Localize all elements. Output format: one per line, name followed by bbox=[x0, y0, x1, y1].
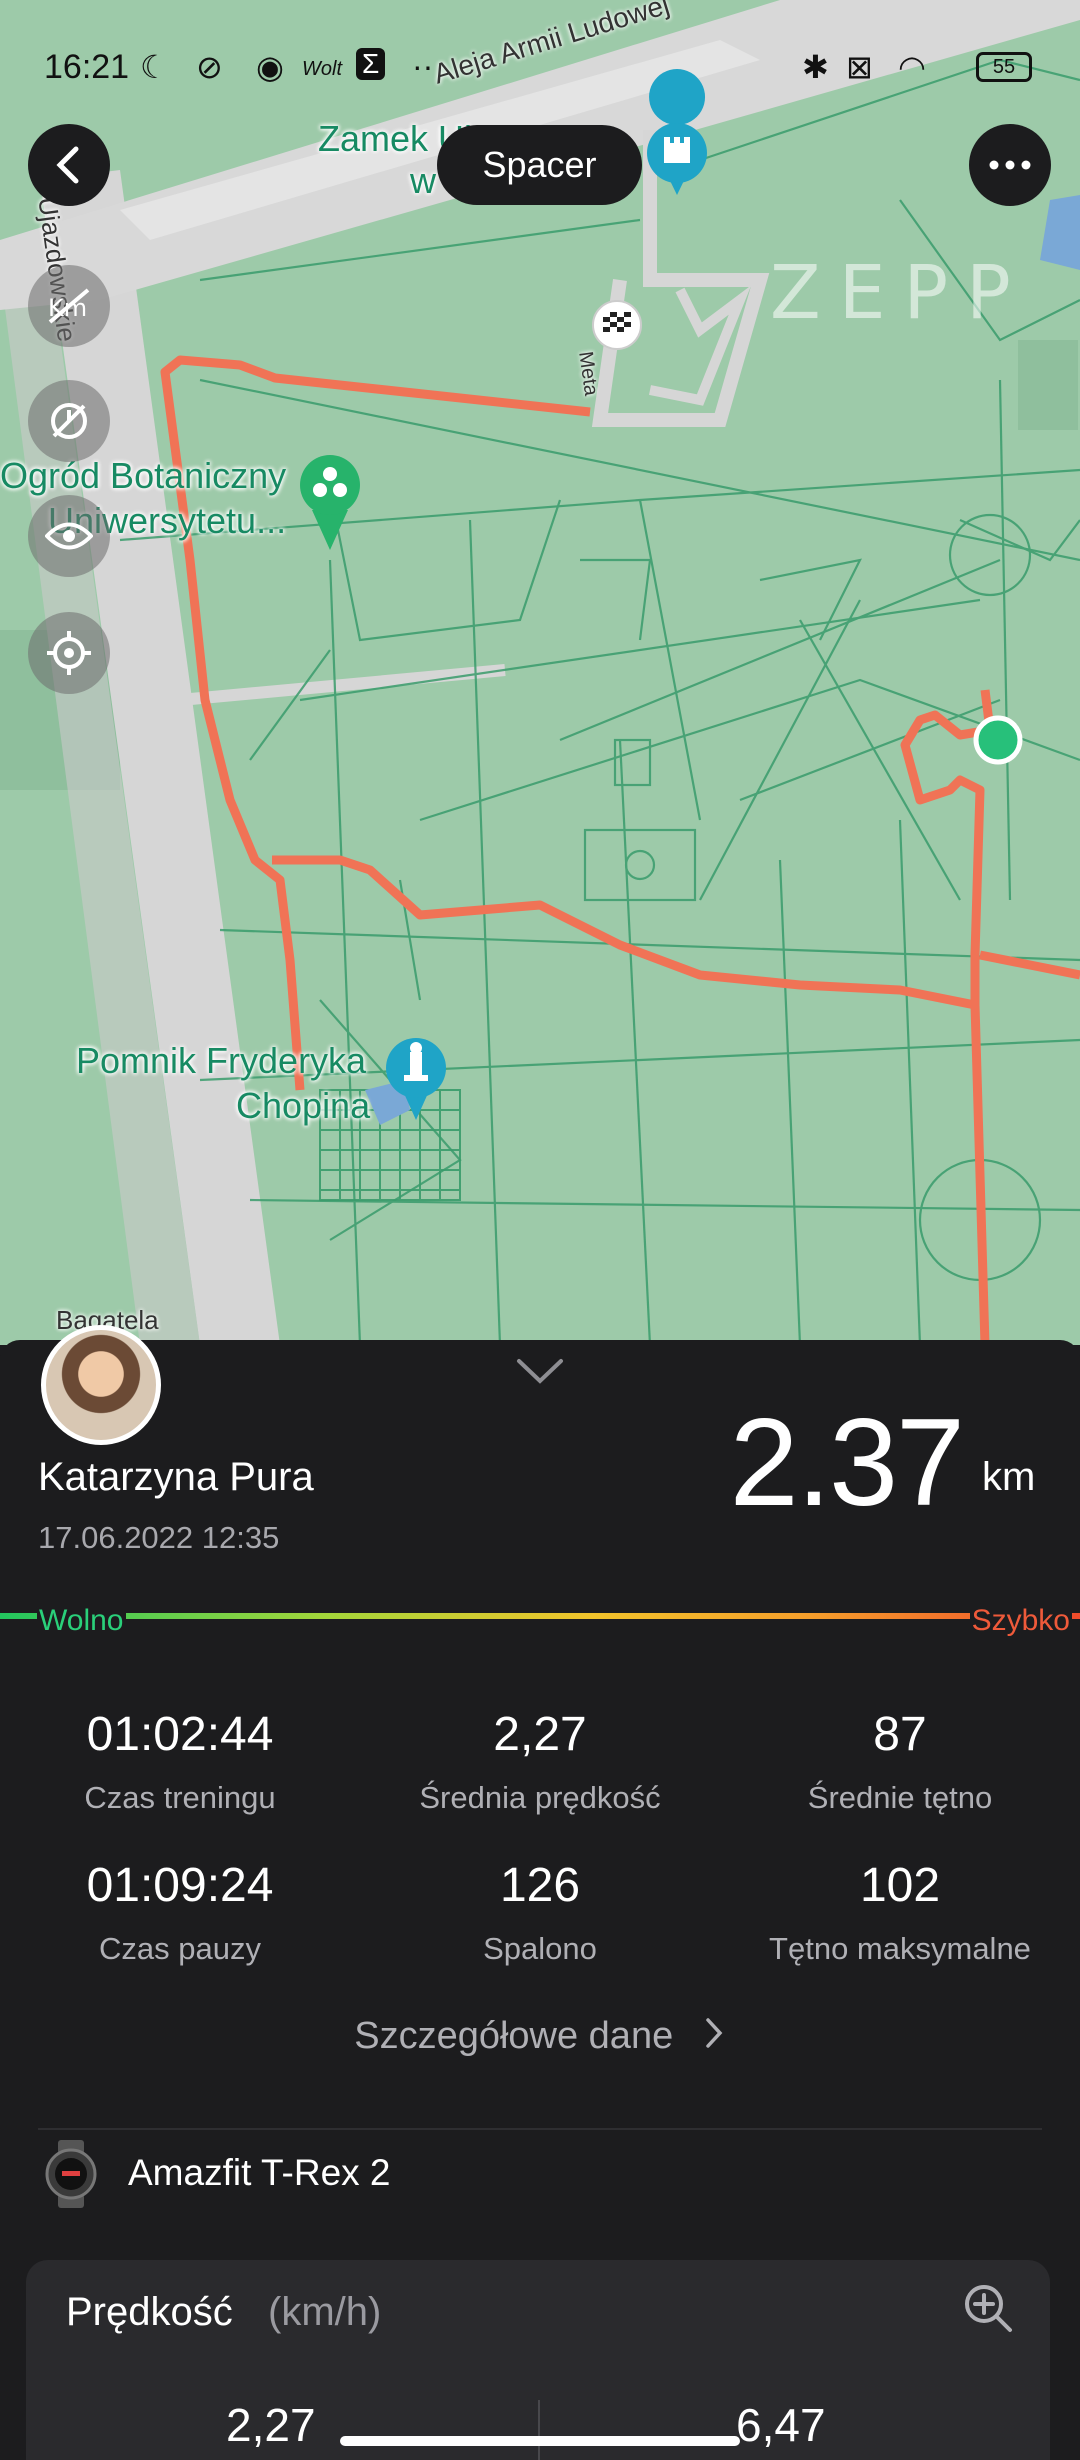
stat-value: 01:02:44 bbox=[86, 1708, 274, 1761]
stat-value: 102 bbox=[859, 1859, 941, 1912]
speed-average-peek: 2,27 bbox=[226, 2399, 316, 2451]
stat-max-heart-rate: 102 Tętno maksymalne bbox=[720, 1858, 1080, 1967]
km-off-icon: Km bbox=[48, 288, 90, 324]
messenger-icon: ◉ bbox=[256, 49, 284, 85]
bluetooth-icon: ✱ bbox=[802, 49, 829, 85]
detailed-data-link[interactable]: Szczegółowe dane bbox=[0, 2015, 1080, 2058]
speed-max-peek: 6,47 bbox=[736, 2399, 826, 2451]
activity-type-title: Spacer bbox=[437, 125, 642, 205]
home-indicator[interactable] bbox=[340, 2436, 740, 2446]
battery-icon: 55 bbox=[976, 52, 1032, 82]
castle-label-line2: w bbox=[410, 160, 436, 201]
hide-kilometer-markers-button[interactable]: Km bbox=[28, 265, 110, 347]
distance-value: 2.37 bbox=[729, 1394, 965, 1532]
stat-value: 87 bbox=[873, 1708, 927, 1761]
speed-card-unit: (km/h) bbox=[268, 2290, 382, 2334]
stat-label: Czas pauzy bbox=[99, 1931, 261, 1966]
stat-value: 126 bbox=[499, 1859, 581, 1912]
stat-value: 01:09:24 bbox=[86, 1859, 274, 1912]
stat-average-heart-rate: 87 Średnie tętno bbox=[720, 1707, 1080, 1816]
botanic-label-line1: Ogród Botaniczny bbox=[0, 455, 287, 496]
back-arrow-icon bbox=[56, 146, 79, 184]
sigma-icon: Σ bbox=[356, 48, 386, 80]
wifi-icon: ◠ bbox=[898, 49, 926, 85]
speed-card-title: Prędkość bbox=[66, 2290, 233, 2334]
start-marker bbox=[973, 715, 1023, 765]
recenter-button[interactable] bbox=[28, 612, 110, 694]
more-dots-icon bbox=[989, 160, 1031, 170]
distance-unit: km bbox=[982, 1455, 1036, 1499]
watch-icon bbox=[45, 2140, 97, 2208]
hide-pace-button[interactable] bbox=[28, 380, 110, 462]
stat-label: Średnie tętno bbox=[807, 1780, 993, 1815]
route-map[interactable]: ZEPP Zamek Uj w Ogród Botaniczny Uniwers… bbox=[0, 0, 1080, 1345]
back-button[interactable] bbox=[28, 124, 110, 206]
stat-calories: 126 Spalono bbox=[360, 1858, 720, 1967]
moon-icon: ☾ bbox=[140, 49, 169, 85]
toggle-visibility-button[interactable] bbox=[28, 495, 110, 577]
pace-gradient-bar bbox=[0, 1613, 1080, 1619]
speed-card-divider bbox=[538, 2400, 540, 2460]
more-dots-icon: ·· bbox=[412, 48, 434, 84]
pace-off-icon bbox=[51, 403, 87, 439]
status-bar: 16:21 ☾ ⊘ ◉ Wolt Σ ·· ✱ ⊠ ◠ 55 bbox=[0, 0, 1080, 130]
dnd-icon: ⊘ bbox=[196, 49, 223, 85]
section-divider bbox=[38, 2128, 1042, 2130]
device-name[interactable]: Amazfit T-Rex 2 bbox=[128, 2152, 391, 2194]
stat-value: 2,27 bbox=[493, 1708, 587, 1761]
chopin-label-line2: Chopina bbox=[236, 1085, 371, 1126]
pace-slow-label: Wolno bbox=[37, 1604, 126, 1638]
collapse-chevron-icon[interactable] bbox=[515, 1355, 565, 1385]
stat-label: Tętno maksymalne bbox=[769, 1931, 1031, 1966]
avatar[interactable] bbox=[41, 1325, 161, 1445]
user-name: Katarzyna Pura bbox=[38, 1455, 314, 1499]
stat-label: Czas treningu bbox=[84, 1780, 276, 1815]
zepp-watermark: ZEPP bbox=[770, 250, 1029, 336]
finish-flag-icon bbox=[592, 300, 642, 350]
stat-training-time: 01:02:44 Czas treningu bbox=[0, 1707, 360, 1816]
detailed-data-label: Szczegółowe dane bbox=[354, 2015, 674, 2057]
stat-label: Spalono bbox=[483, 1931, 597, 1966]
pace-fast-label: Szybko bbox=[969, 1604, 1072, 1638]
workout-date: 17.06.2022 12:35 bbox=[38, 1520, 280, 1555]
stat-average-speed: 2,27 Średnia prędkość bbox=[360, 1707, 720, 1816]
chopin-label-line1: Pomnik Fryderyka bbox=[76, 1040, 367, 1081]
zoom-in-icon[interactable] bbox=[962, 2282, 1014, 2334]
clock: 16:21 bbox=[44, 48, 130, 86]
stat-pause-time: 01:09:24 Czas pauzy bbox=[0, 1858, 360, 1967]
more-options-button[interactable] bbox=[969, 124, 1051, 206]
eye-icon bbox=[45, 522, 93, 550]
no-sim-icon: ⊠ bbox=[846, 49, 873, 85]
chevron-right-icon bbox=[706, 2018, 723, 2048]
stat-label: Średnia prędkość bbox=[419, 1780, 661, 1815]
wolt-icon: Wolt bbox=[302, 58, 342, 80]
locate-icon bbox=[47, 631, 91, 675]
speed-chart-card[interactable]: Prędkość (km/h) 2,27 6,47 bbox=[26, 2260, 1050, 2460]
